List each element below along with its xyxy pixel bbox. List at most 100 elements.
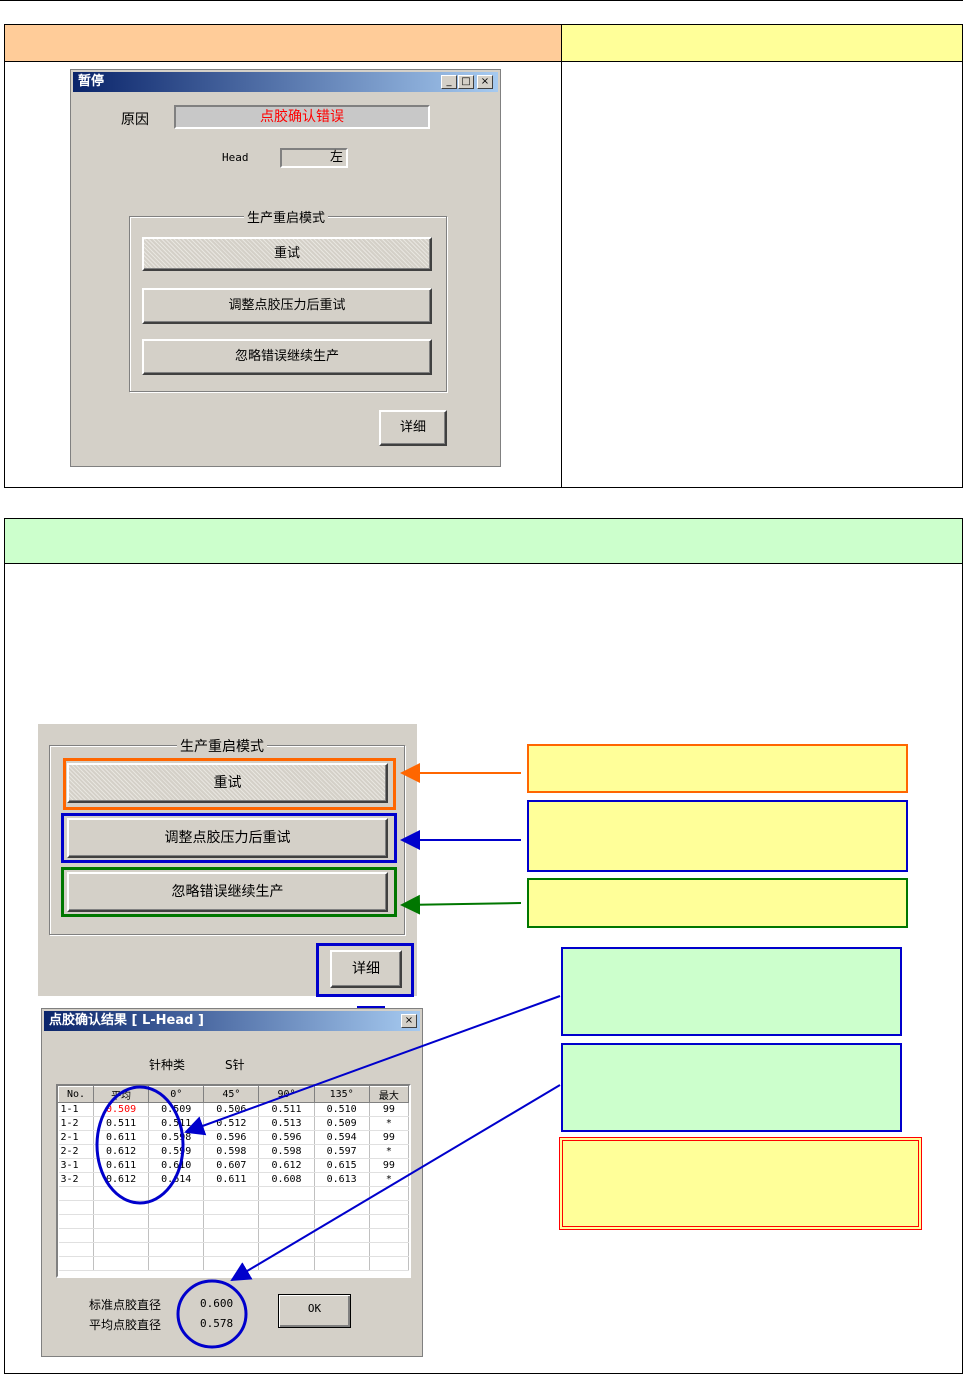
- table-cell: 3-1: [58, 1158, 94, 1173]
- avg-diameter-label: 平均点胶直径: [89, 1318, 162, 1332]
- col-header[interactable]: 135°: [313, 1086, 370, 1103]
- result-table-header: No. 平均 0° 45° 90° 135° 最大: [58, 1086, 409, 1103]
- table-row-empty: [58, 1242, 409, 1257]
- table-cell: 0.598: [203, 1144, 260, 1159]
- result-close-icon[interactable]: ×: [401, 1014, 417, 1028]
- col-header[interactable]: 90°: [258, 1086, 315, 1103]
- col-header[interactable]: 平均: [92, 1086, 150, 1103]
- result-table-frame: No. 平均 0° 45° 90° 135° 最大 1-1 0.509 0.50…: [56, 1084, 411, 1278]
- table-cell: 0.509: [93, 1102, 150, 1117]
- table-cell: 0.594: [314, 1130, 370, 1145]
- table-row-empty: [58, 1214, 409, 1229]
- result-dialog-titlebar: 点胶确认结果 [ L-Head ]: [44, 1011, 420, 1031]
- table-row[interactable]: 3-2 0.612 0.614 0.611 0.608 0.613 *: [58, 1172, 409, 1187]
- table-cell: *: [369, 1172, 409, 1187]
- zoomed-adjust-retry-button[interactable]: 调整点胶压力后重试: [67, 818, 388, 858]
- retry-button[interactable]: 重试: [142, 237, 432, 271]
- table-cell: 0.607: [203, 1158, 260, 1173]
- average-callout: [561, 947, 902, 1036]
- table-row[interactable]: 2-2 0.612 0.599 0.598 0.598 0.597 *: [58, 1144, 409, 1159]
- head-field: 左: [280, 148, 348, 168]
- table-cell: 0.509: [148, 1102, 205, 1117]
- table-cell: 1-1: [58, 1102, 94, 1117]
- table-cell: 0.511: [148, 1116, 205, 1131]
- table-cell: 0.509: [314, 1116, 370, 1131]
- table-cell: 0.611: [93, 1130, 150, 1145]
- adjust-pressure-retry-button[interactable]: 调整点胶压力后重试: [142, 288, 432, 324]
- table-row-empty: [58, 1256, 409, 1271]
- table-row[interactable]: 1-1 0.509 0.509 0.506 0.511 0.510 99: [58, 1102, 409, 1117]
- avg-diameter-value: 0.578: [200, 1317, 234, 1330]
- table-cell: 0.599: [148, 1144, 205, 1159]
- restart-mode-label: 生产重启模式: [244, 207, 329, 226]
- head-label: Head: [222, 151, 249, 164]
- table-cell: 0.614: [148, 1172, 205, 1187]
- zoomed-retry-button[interactable]: 重试: [67, 763, 388, 803]
- table-cell: 0.610: [148, 1158, 205, 1173]
- table-cell: 2-2: [58, 1144, 94, 1159]
- table-cell: 0.512: [203, 1116, 260, 1131]
- table-cell: 0.608: [258, 1172, 315, 1187]
- table-row[interactable]: 2-1 0.611 0.598 0.596 0.596 0.594 99: [58, 1130, 409, 1145]
- table-cell: 0.596: [258, 1130, 315, 1145]
- top-rule: [0, 0, 963, 1]
- cause-field: 点胶确认错误: [174, 105, 430, 129]
- table-cell: 0.612: [93, 1172, 150, 1187]
- table-cell: 0.596: [203, 1130, 260, 1145]
- table-cell: 0.598: [148, 1130, 205, 1145]
- top-header-left: [4, 24, 562, 62]
- ok-button[interactable]: OK: [278, 1294, 351, 1328]
- ignore-error-continue-button[interactable]: 忽略错误继续生产: [142, 339, 432, 375]
- zoomed-detail-button[interactable]: 详细: [330, 950, 402, 988]
- table-cell: 0.613: [314, 1172, 370, 1187]
- table-cell: 0.612: [93, 1144, 150, 1159]
- table-cell: *: [369, 1144, 409, 1159]
- top-body-right: [561, 61, 963, 488]
- table-cell: 99: [369, 1130, 409, 1145]
- minimize-icon[interactable]: _: [441, 75, 457, 89]
- table-cell: 99: [369, 1102, 409, 1117]
- pause-dialog-title: 暂停: [78, 74, 105, 89]
- result-table: No. 平均 0° 45° 90° 135° 最大 1-1 0.509 0.50…: [58, 1086, 409, 1271]
- detail-button[interactable]: 详细: [379, 410, 447, 446]
- table-cell: 99: [369, 1158, 409, 1173]
- table-row-empty: [58, 1186, 409, 1201]
- pause-dialog: 暂停 _ □ × 原因 点胶确认错误 Head 左 生产重启模式 重试 调整点胶…: [70, 69, 501, 467]
- maximize-icon[interactable]: □: [458, 75, 474, 89]
- col-header[interactable]: 0°: [148, 1086, 205, 1103]
- table-cell: 0.510: [314, 1102, 370, 1117]
- warning-callout: [559, 1137, 922, 1230]
- table-cell: 0.598: [258, 1144, 315, 1159]
- result-dialog-title: 点胶确认结果 [ L-Head ]: [49, 1013, 204, 1028]
- table-cell: 0.615: [314, 1158, 370, 1173]
- std-diameter-label: 标准点胶直径: [89, 1298, 162, 1312]
- ignore-callout: [527, 878, 908, 928]
- zoomed-restart-panel: 生产重启模式 重试 调整点胶压力后重试 忽略错误继续生产 详细: [38, 724, 417, 997]
- table-cell: 0.597: [314, 1144, 370, 1159]
- table-cell: 0.506: [203, 1102, 260, 1117]
- table-row[interactable]: 3-1 0.611 0.610 0.607 0.612 0.615 99: [58, 1158, 409, 1173]
- table-row-empty: [58, 1200, 409, 1215]
- result-dialog: 点胶确认结果 [ L-Head ] × 针种类 S针 No. 平均 0° 45°…: [41, 1008, 423, 1357]
- table-cell: 2-1: [58, 1130, 94, 1145]
- adjust-callout: [527, 800, 908, 872]
- top-header-right: [561, 24, 963, 62]
- col-header[interactable]: No.: [58, 1086, 94, 1103]
- table-cell: 0.611: [93, 1158, 150, 1173]
- std-diameter-value: 0.600: [200, 1297, 234, 1310]
- table-row-empty: [58, 1228, 409, 1243]
- cause-value: 点胶确认错误: [260, 109, 344, 125]
- zoomed-ignore-button[interactable]: 忽略错误继续生产: [67, 872, 388, 912]
- table-cell: 0.511: [258, 1102, 315, 1117]
- close-icon[interactable]: ×: [477, 75, 493, 89]
- zoomed-restart-label: 生产重启模式: [177, 736, 267, 756]
- table-cell: 0.511: [93, 1116, 150, 1131]
- table-cell: 0.611: [203, 1172, 260, 1187]
- col-header[interactable]: 45°: [203, 1086, 260, 1103]
- table-cell: 0.612: [258, 1158, 315, 1173]
- table-row[interactable]: 1-2 0.511 0.511 0.512 0.513 0.509 *: [58, 1116, 409, 1131]
- retry-callout: [527, 744, 908, 793]
- needle-type-value: S针: [225, 1058, 245, 1072]
- bottom-header: [4, 518, 963, 564]
- col-header[interactable]: 最大: [368, 1086, 409, 1103]
